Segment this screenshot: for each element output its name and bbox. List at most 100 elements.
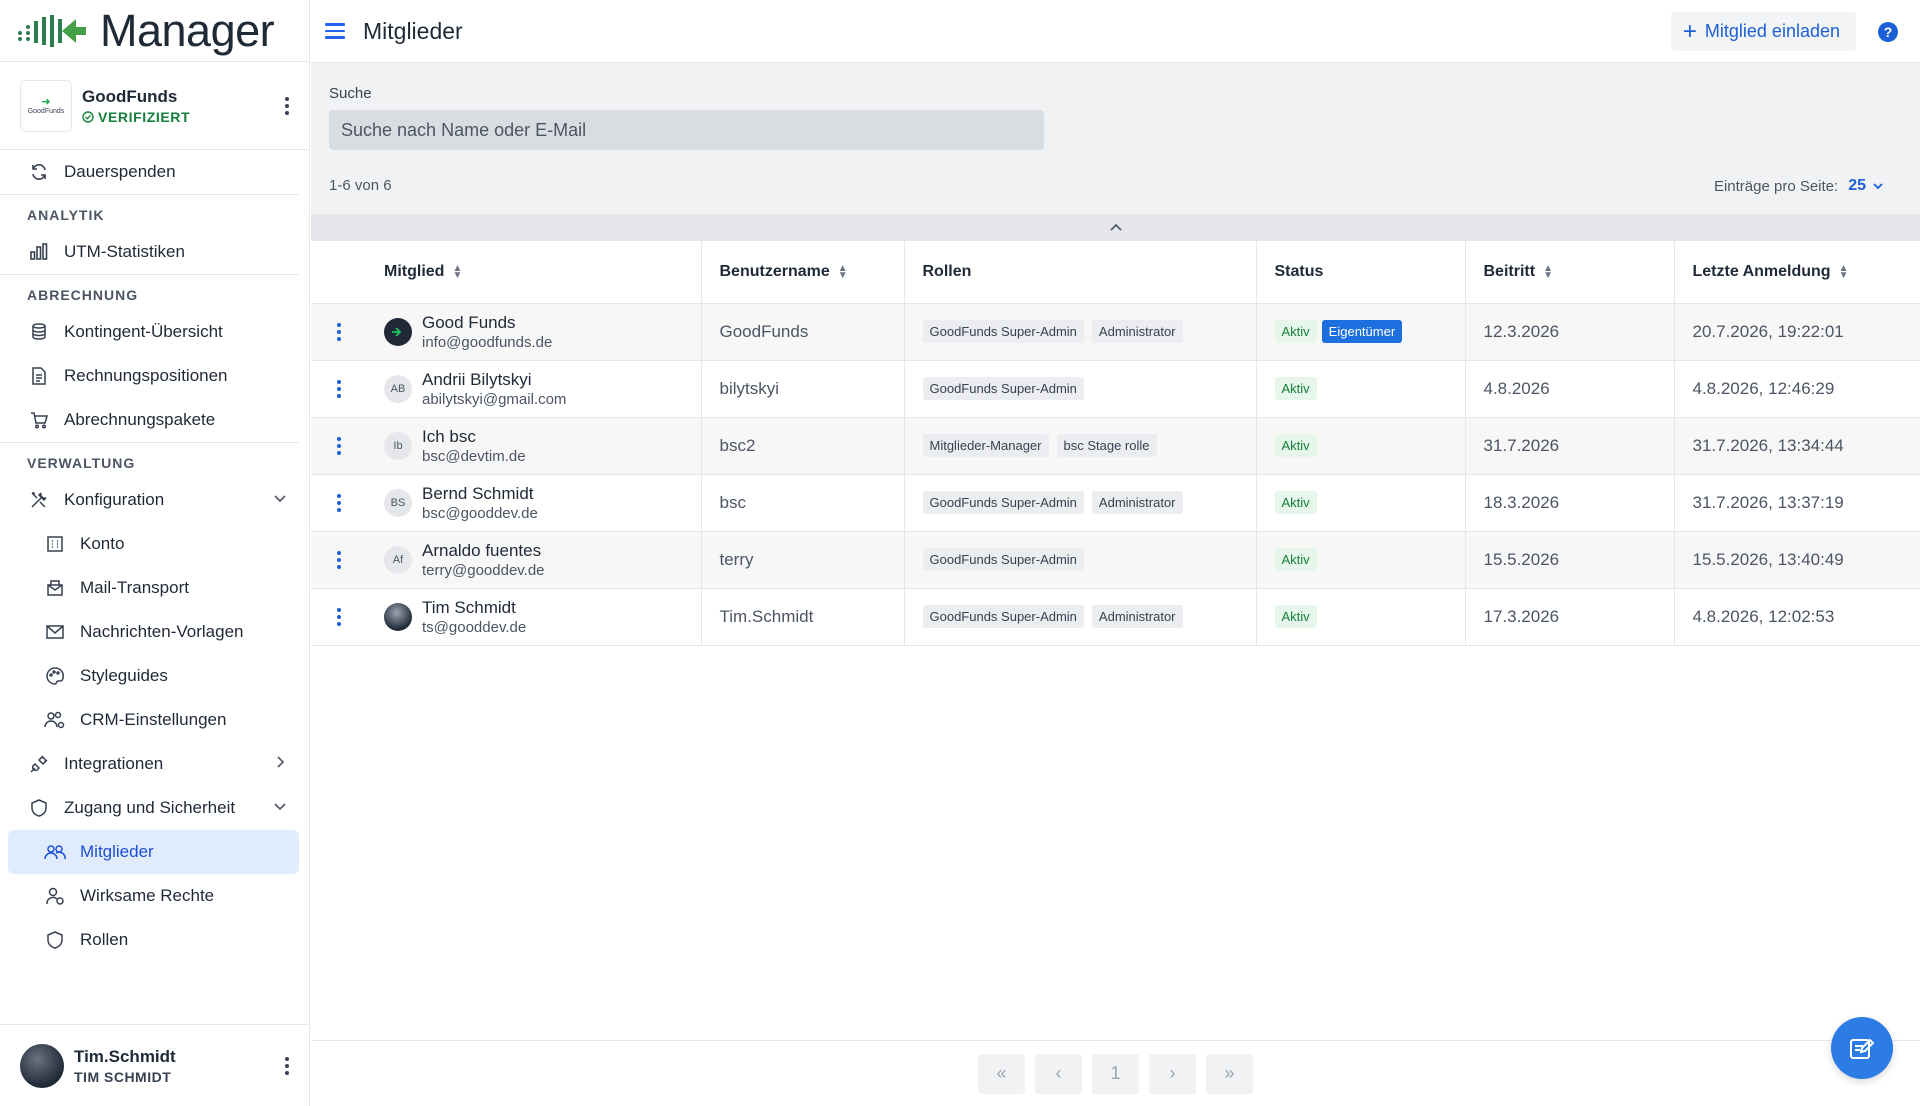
refresh-icon (28, 161, 50, 183)
sidebar-item-rollen[interactable]: Rollen (8, 918, 299, 962)
org-logo: ➜ GoodFunds (20, 79, 72, 132)
plug-icon (28, 753, 50, 775)
avatar (384, 602, 412, 631)
sidebar-item-label: Nachrichten-Vorlagen (80, 622, 244, 641)
sidebar-item-konfiguration[interactable]: Konfiguration (8, 478, 299, 522)
per-page: Einträge pro Seite: 25 (1714, 177, 1884, 195)
table-row[interactable]: Ib Ich bsc bsc@devtim.de bsc2 Mitglieder-Man… (311, 417, 1920, 475)
sidebar-item-abrechnungspakete[interactable]: Abrechnungspakete (8, 398, 299, 442)
avatar: BS (384, 488, 412, 517)
member-email: terry@gooddev.de (422, 561, 545, 579)
user-menu-icon[interactable] (285, 1056, 289, 1075)
per-page-select[interactable]: 25 (1848, 177, 1884, 195)
invite-member-button[interactable]: + Mitglied einladen (1670, 12, 1856, 51)
envelope-icon (44, 621, 66, 643)
table-row[interactable]: AB Andrii Bilytskyi abilytskyi@gmail.com bi… (311, 360, 1920, 418)
help-icon[interactable]: ? (1878, 22, 1898, 42)
sidebar-item-dauerspenden[interactable]: Dauerspenden (8, 150, 299, 194)
username-cell: terry (701, 531, 905, 589)
app-logo[interactable]: Manager (0, 0, 309, 62)
users-gear-icon (44, 709, 66, 731)
role-tag: bsc Stage rolle (1056, 434, 1157, 457)
member-name: Good Funds (422, 312, 516, 332)
collapse-filter-button[interactable] (311, 214, 1920, 241)
next-page-button[interactable]: › (1149, 1053, 1196, 1094)
palette-icon (44, 665, 66, 687)
column-benutzername[interactable]: Benutzername ▲ ▼ (701, 241, 905, 304)
row-menu-icon[interactable] (336, 494, 341, 513)
org-verified-badge: VERIFIZIERT (82, 109, 190, 125)
row-menu-icon[interactable] (336, 551, 341, 570)
invite-member-label: Mitglied einladen (1704, 21, 1840, 41)
filter-area: Suche 1-6 von 6 Einträge pro Seite: 25 (311, 62, 1920, 214)
status-badge: Aktiv (1274, 491, 1317, 514)
member-name: Andrii Bilytskyi (422, 369, 532, 389)
sidebar-item-crm-einstellungen[interactable]: CRM-Einstellungen (8, 698, 299, 742)
sidebar-item-mail-transport[interactable]: Mail-Transport (8, 566, 299, 610)
pagination: « ‹ 1 › » (311, 1040, 1920, 1106)
status-badge: Aktiv (1274, 548, 1317, 571)
roles-cell: GoodFunds Super-Admin (904, 531, 1257, 589)
sidebar-item-label: Mitglieder (80, 842, 154, 861)
mailbox-icon (44, 577, 66, 599)
role-tag: GoodFunds Super-Admin (922, 491, 1084, 514)
bar-chart-icon (28, 241, 50, 263)
user-profile[interactable]: Tim.Schmidt TIM SCHMIDT (0, 1024, 309, 1106)
sidebar-item-kontingent[interactable]: Kontingent-Übersicht (8, 310, 299, 354)
sidebar-item-mitglieder[interactable]: Mitglieder (8, 830, 299, 874)
page-number-button[interactable]: 1 (1092, 1053, 1139, 1094)
table-row[interactable]: Good Funds info@goodfunds.de GoodFunds Good… (311, 303, 1920, 361)
username-cell: Tim.Schmidt (701, 588, 905, 646)
sidebar-item-konto[interactable]: Konto (8, 522, 299, 566)
row-menu-icon[interactable] (336, 608, 341, 627)
last-page-button[interactable]: » (1206, 1053, 1253, 1094)
hamburger-menu-icon[interactable] (325, 19, 349, 43)
role-tag: Administrator (1091, 491, 1183, 514)
row-menu-icon[interactable] (336, 380, 341, 399)
org-logo-text: GoodFunds (27, 107, 65, 115)
row-menu-icon[interactable] (336, 323, 341, 342)
cart-icon (28, 409, 50, 431)
row-menu-icon[interactable] (336, 437, 341, 456)
search-input[interactable] (329, 110, 1044, 150)
sidebar-item-utm-statistiken[interactable]: UTM-Statistiken (8, 230, 299, 274)
avatar: Af (384, 545, 412, 574)
last-login-cell: 4.8.2026, 12:02:53 (1674, 588, 1920, 646)
sidebar-item-label: Integrationen (64, 754, 164, 773)
org-switcher[interactable]: ➜ GoodFunds GoodFunds VERIFIZIERT (0, 62, 309, 150)
sidebar-item-nachrichten-vorlagen[interactable]: Nachrichten-Vorlagen (8, 610, 299, 654)
sidebar-item-wirksame-rechte[interactable]: Wirksame Rechte (8, 874, 299, 918)
sidebar-item-styleguides[interactable]: Styleguides (8, 654, 299, 698)
table-row[interactable]: Af Arnaldo fuentes terry@gooddev.de terry Go… (311, 531, 1920, 589)
first-page-button[interactable]: « (978, 1053, 1025, 1094)
role-tag: GoodFunds Super-Admin (922, 320, 1084, 343)
last-login-cell: 31.7.2026, 13:37:19 (1674, 474, 1920, 532)
org-name: GoodFunds (82, 86, 178, 106)
sidebar-item-rechnungspositionen[interactable]: Rechnungspositionen (8, 354, 299, 398)
sidebar-item-zugang-sicherheit[interactable]: Zugang und Sicherheit (8, 786, 299, 830)
member-email: abilytskyi@gmail.com (422, 390, 567, 408)
sort-icon: ▲ ▼ (1838, 262, 1849, 281)
column-mitglied[interactable]: Mitglied ▲ ▼ (366, 241, 702, 304)
table-row[interactable]: Tim Schmidt ts@gooddev.de Tim.Schmidt GoodF… (311, 588, 1920, 646)
user-name: Tim.Schmidt (74, 1046, 176, 1066)
main-content: Mitglieder + Mitglied einladen ? Suche 1… (311, 0, 1920, 1106)
sidebar-item-label: Rechnungspositionen (64, 366, 228, 385)
table-row[interactable]: BS Bernd Schmidt bsc@gooddev.de bsc GoodFund… (311, 474, 1920, 532)
username-cell: bilytskyi (701, 360, 905, 418)
column-label: Rollen (922, 262, 972, 280)
user-fullname: TIM SCHMIDT (74, 1068, 172, 1085)
role-tag: GoodFunds Super-Admin (922, 377, 1084, 400)
edit-note-icon (1850, 1038, 1875, 1059)
column-status: Status (1256, 241, 1466, 304)
org-menu-icon[interactable] (285, 96, 289, 115)
column-letzte-anmeldung[interactable]: Letzte Anmeldung ▲ ▼ (1674, 241, 1920, 304)
sidebar-item-label: UTM-Statistiken (64, 242, 185, 261)
member-email: bsc@devtim.de (422, 447, 526, 465)
feedback-button[interactable] (1831, 1017, 1893, 1079)
result-count: 1-6 von 6 (329, 177, 392, 194)
column-beitritt[interactable]: Beitritt ▲ ▼ (1465, 241, 1675, 304)
prev-page-button[interactable]: ‹ (1035, 1053, 1082, 1094)
column-rollen: Rollen (904, 241, 1257, 304)
sidebar-item-integrationen[interactable]: Integrationen (8, 742, 299, 786)
